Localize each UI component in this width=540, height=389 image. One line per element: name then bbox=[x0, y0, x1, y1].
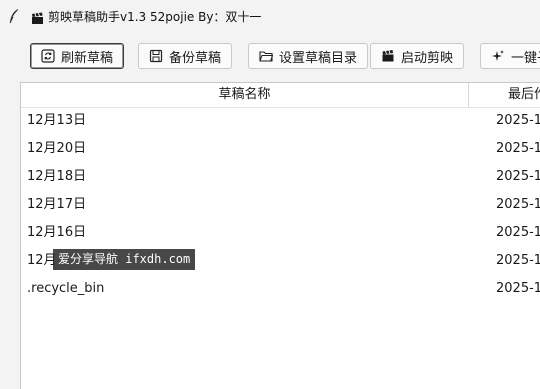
launch-jianying-label: 启动剪映 bbox=[401, 50, 454, 66]
toolbar: 刷新草稿 备份草稿 设置草稿目录 启动剪映 一键 bbox=[0, 36, 540, 76]
feather-icon bbox=[8, 8, 20, 24]
draft-modified-time: 2025-1 bbox=[496, 141, 540, 156]
draft-modified-time: 2025-1 bbox=[496, 113, 540, 128]
list-item[interactable]: 12月13日 2025-1 bbox=[21, 107, 540, 135]
one-click-label: 一键子 bbox=[511, 50, 540, 66]
list-item[interactable]: 12月17日 2025-1 bbox=[21, 191, 540, 219]
clapperboard-icon bbox=[381, 49, 395, 63]
app-window: 剪映草稿助手v1.3 52pojie By：双十一 刷新草稿 备份草稿 设置草稿… bbox=[0, 0, 540, 389]
window-title: 剪映草稿助手v1.3 52pojie By：双十一 bbox=[48, 10, 262, 24]
draft-modified-time: 2025-1 bbox=[496, 169, 540, 184]
draft-name: 12月20日 bbox=[27, 141, 87, 156]
list-item[interactable]: .recycle_bin 2025-1 bbox=[21, 275, 540, 303]
list-item[interactable]: 12月18日 2025-1 bbox=[21, 163, 540, 191]
list-item[interactable]: 12月20日 2025-1 bbox=[21, 135, 540, 163]
list-item[interactable]: 12月16日 2025-1 bbox=[21, 219, 540, 247]
column-header-modified[interactable]: 最后作 bbox=[508, 83, 540, 107]
list-header: 草稿名称 最后作 bbox=[21, 83, 540, 108]
launch-jianying-button[interactable]: 启动剪映 bbox=[370, 43, 465, 69]
draft-modified-time: 2025-1 bbox=[496, 281, 540, 296]
set-draft-dir-label: 设置草稿目录 bbox=[279, 50, 358, 66]
column-header-name[interactable]: 草稿名称 bbox=[21, 83, 469, 107]
set-draft-dir-button[interactable]: 设置草稿目录 bbox=[248, 43, 369, 69]
one-click-button[interactable]: 一键子 bbox=[480, 43, 540, 69]
refresh-drafts-label: 刷新草稿 bbox=[61, 50, 114, 66]
draft-name: 12月17日 bbox=[27, 197, 87, 212]
draft-modified-time: 2025-1 bbox=[496, 225, 540, 240]
backup-drafts-label: 备份草稿 bbox=[169, 50, 222, 66]
title-bar: 剪映草稿助手v1.3 52pojie By：双十一 bbox=[0, 0, 540, 34]
draft-name: 12月16日 bbox=[27, 225, 87, 240]
folder-icon bbox=[259, 49, 273, 63]
draft-name: .recycle_bin bbox=[27, 281, 105, 296]
save-icon bbox=[149, 49, 163, 63]
draft-modified-time: 2025-1 bbox=[496, 197, 540, 212]
draft-name: 12月18日 bbox=[27, 169, 87, 184]
draft-modified-time: 2025-1 bbox=[496, 253, 540, 268]
clapperboard-icon bbox=[31, 10, 44, 24]
watermark: 爱分享导航 ifxdh.com bbox=[53, 249, 196, 270]
draft-list[interactable]: 草稿名称 最后作 12月13日 2025-1 12月20日 2025-1 12月… bbox=[20, 82, 540, 389]
refresh-drafts-button[interactable]: 刷新草稿 bbox=[30, 43, 125, 69]
draft-name: 12月13日 bbox=[27, 113, 87, 128]
backup-drafts-button[interactable]: 备份草稿 bbox=[138, 43, 233, 69]
sparkle-icon bbox=[491, 49, 505, 63]
refresh-icon bbox=[41, 49, 55, 63]
